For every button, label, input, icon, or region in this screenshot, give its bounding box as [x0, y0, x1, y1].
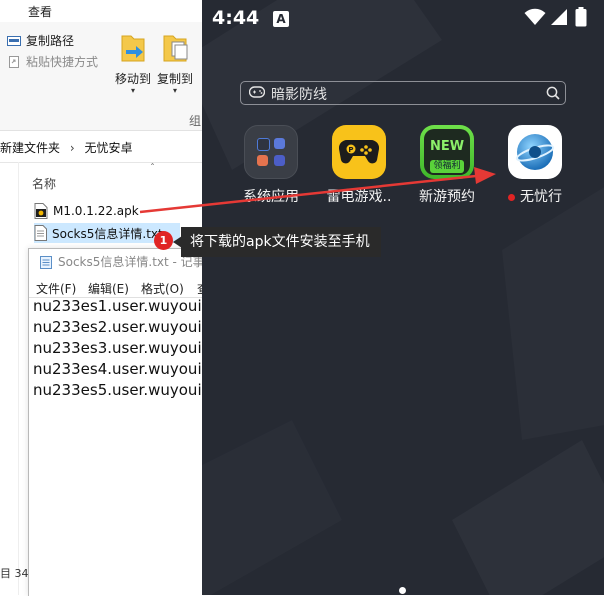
text-line[interactable]: nu233es5.user.wuyouip: [33, 381, 203, 399]
notepad-icon: [40, 255, 52, 269]
search-text: 暗影防线: [271, 87, 327, 103]
game-controller-icon: P: [332, 125, 386, 179]
signal-icon: [551, 9, 567, 25]
paste-shortcut-label: 粘贴快捷方式: [26, 55, 99, 69]
instruction-callout: 将下载的apk文件安装至手机: [181, 227, 381, 257]
ribbon-toolbar: 复制路径 粘贴快捷方式 移动到 ▾ 复制到 ▾ 组: [0, 22, 202, 131]
welfare-badge-text: 领福利: [430, 160, 464, 173]
notification-a-icon: A: [273, 11, 289, 27]
move-to-button[interactable]: 移动到 ▾: [113, 32, 153, 95]
page-indicator-dot: [399, 587, 406, 594]
app-system-apps[interactable]: 系统应用: [235, 125, 307, 206]
ribbon-group-label: 组: [189, 114, 202, 128]
ribbon-tab-view[interactable]: 查看: [28, 3, 52, 20]
file-row-apk[interactable]: M1.0.1.22.apk: [34, 201, 139, 221]
wuyouxing-planet-icon: [508, 125, 562, 179]
svg-text:P: P: [348, 146, 353, 154]
paste-shortcut-icon: [9, 55, 19, 68]
breadcrumb-item-new-folder[interactable]: 新建文件夹: [0, 141, 60, 155]
divider: [0, 162, 202, 163]
copy-path-icon: [7, 35, 21, 46]
status-bar-time: 4:44: [212, 7, 260, 29]
app-label: 系统应用: [243, 189, 299, 205]
file-name: M1.0.1.22.apk: [53, 204, 139, 218]
copy-to-dropdown-icon: ▾: [172, 86, 177, 95]
app-label: 新游预约: [419, 189, 475, 205]
move-to-dropdown-icon: ▾: [130, 86, 135, 95]
wifi-icon: [524, 8, 546, 25]
app-leidian-games[interactable]: P 雷电游戏..: [323, 125, 395, 206]
new-install-dot: [508, 193, 515, 201]
gamepad-icon: [249, 86, 265, 98]
notepad-menubar: 文件(F) 编辑(E) 格式(O) 查: [29, 276, 203, 298]
copy-path-label: 复制路径: [26, 34, 75, 48]
menu-edit[interactable]: 编辑(E): [88, 280, 129, 297]
column-header-name[interactable]: 名称: [32, 175, 56, 192]
paste-shortcut-button[interactable]: 粘贴快捷方式: [7, 53, 98, 70]
status-bar-item-count: 目 34: [0, 567, 29, 580]
app-label: 雷电游戏..: [326, 189, 392, 205]
app-label: 无忧行: [499, 186, 571, 206]
text-line[interactable]: nu233es3.user.wuyouip: [33, 339, 203, 357]
android-home-screen: 4:44 A 暗影防线 系统应用 P 雷电游戏.. NEW 领福利 新游预约 无…: [202, 0, 604, 595]
text-line[interactable]: nu233es1.user.wuyouip: [33, 297, 203, 315]
move-to-folder-icon: [121, 35, 145, 62]
system-apps-folder-icon: [244, 125, 298, 179]
copy-to-folder-icon: [163, 35, 188, 62]
app-wuyouxing[interactable]: 无忧行: [499, 125, 571, 206]
step-number-badge: 1: [154, 231, 173, 250]
copy-path-button[interactable]: 复制路径: [7, 32, 74, 49]
app-new-game-reservation[interactable]: NEW 领福利 新游预约: [411, 125, 483, 206]
search-icon[interactable]: [546, 86, 560, 100]
app-label-text: 无忧行: [520, 189, 562, 205]
new-game-icon: NEW 领福利: [420, 125, 474, 179]
copy-to-label: 复制到: [156, 72, 193, 86]
notepad-window: Socks5信息详情.txt - 记事 文件(F) 编辑(E) 格式(O) 查 …: [28, 248, 203, 596]
text-file-icon: [34, 225, 47, 241]
nav-pane-divider: [18, 162, 19, 595]
menu-file[interactable]: 文件(F): [36, 280, 76, 297]
text-line[interactable]: nu233es2.user.wuyouip: [33, 318, 203, 336]
notepad-title-bar[interactable]: Socks5信息详情.txt - 记事: [39, 253, 203, 270]
new-badge-text: NEW: [429, 139, 465, 154]
search-bar[interactable]: 暗影防线: [240, 81, 566, 105]
breadcrumb-item-wuyou-android[interactable]: 无忧安卓: [84, 141, 132, 155]
move-to-label: 移动到: [114, 72, 151, 86]
breadcrumb-separator: ›: [69, 141, 75, 155]
copy-to-button[interactable]: 复制到 ▾: [155, 32, 195, 95]
battery-icon: [575, 7, 587, 27]
file-name: Socks5信息详情.txt: [52, 226, 163, 241]
menu-format[interactable]: 格式(O): [141, 280, 184, 297]
apk-file-icon: [34, 203, 48, 219]
breadcrumb: 新建文件夹 › 无忧安卓: [0, 139, 133, 156]
text-line[interactable]: nu233es4.user.wuyouip: [33, 360, 203, 378]
sort-chevron-icon[interactable]: ˆ: [150, 163, 155, 174]
